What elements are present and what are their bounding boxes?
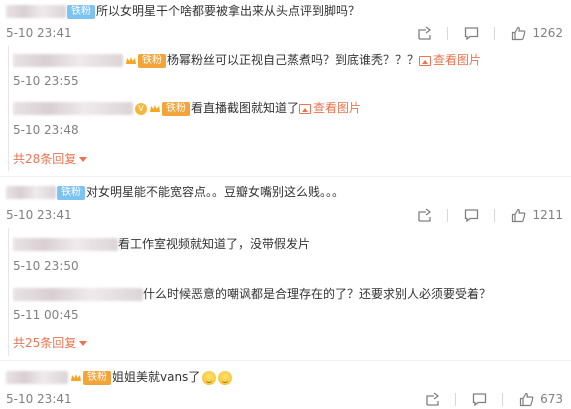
fan-badge: 铁粉: [57, 185, 85, 200]
divider: [502, 392, 504, 406]
comment-time: 5-10 23:41: [6, 208, 72, 222]
comment-actions: 673: [409, 391, 563, 407]
comment-2-content: 铁粉 对女明星能不能宽容点。。豆瓣女嘴别这么贱。。。: [6, 184, 344, 200]
like-icon[interactable]: [510, 207, 526, 223]
reply-1: 看工作室视频就知道了，没带假发片: [13, 236, 310, 252]
divider: [0, 360, 571, 361]
comment-icon[interactable]: [471, 391, 487, 407]
reply-time: 5-10 23:55: [13, 74, 79, 88]
smile-emoji-icon: [218, 370, 233, 385]
comment-1-content: 铁粉 所以女明星干个啥都要被拿出来从头点评到脚吗？: [6, 3, 360, 19]
reply-time: 5-11 00:45: [13, 308, 79, 322]
reply-2: V 铁粉 看直播截图就知道了 查看图片: [13, 100, 361, 116]
blurred-username[interactable]: [13, 288, 143, 301]
fan-badge: 铁粉: [67, 4, 95, 19]
picture-icon: [299, 103, 312, 114]
crown-icon: [149, 103, 161, 115]
divider: [447, 26, 449, 40]
comment-icon[interactable]: [463, 25, 479, 41]
comment-time: 5-10 23:41: [6, 26, 72, 40]
comment-text: 对女明星能不能宽容点。。豆瓣女嘴别这么贱。。。: [86, 185, 345, 199]
blurred-username[interactable]: [6, 5, 66, 18]
reply-text: 杨幂粉丝可以正视自己蒸煮吗？到底谁秃？？？: [167, 53, 420, 67]
picture-icon: [419, 55, 432, 66]
chevron-down-icon: [79, 157, 88, 162]
more-replies-link[interactable]: 共25条回复: [13, 334, 88, 351]
divider: [0, 176, 571, 177]
forward-icon[interactable]: [416, 207, 432, 223]
crown-icon: [70, 372, 82, 384]
blurred-username[interactable]: [13, 54, 123, 67]
reply-time: 5-10 23:50: [13, 259, 79, 273]
comment-3-content: 铁粉 姐姐美就vans了: [6, 369, 233, 385]
forward-icon[interactable]: [424, 391, 440, 407]
fan-badge: 铁粉: [138, 53, 166, 68]
reply-text: 看直播截图就知道了: [191, 101, 300, 115]
chevron-down-icon: [79, 341, 88, 346]
reply-1: 铁粉 杨幂粉丝可以正视自己蒸煮吗？到底谁秃？？？ 查看图片: [13, 52, 481, 68]
like-count: 1262: [532, 26, 563, 40]
reply-time: 5-10 23:48: [13, 123, 79, 137]
view-picture-link[interactable]: 查看图片: [419, 53, 481, 67]
comment-text: 所以女明星干个啥都要被拿出来从头点评到脚吗？: [96, 4, 361, 18]
fan-badge: 铁粉: [162, 101, 190, 116]
blurred-username[interactable]: [6, 186, 56, 199]
view-picture-link[interactable]: 查看图片: [299, 101, 361, 115]
comment-text: 姐姐美就vans了: [112, 370, 201, 384]
fan-badge: 铁粉: [83, 370, 111, 385]
reply-list: 看工作室视频就知道了，没带假发片 5-10 23:50 什么时候恶意的嘲讽都是合…: [8, 228, 571, 356]
reply-list: 铁粉 杨幂粉丝可以正视自己蒸煮吗？到底谁秃？？？ 查看图片 5-10 23:55 V…: [8, 46, 571, 171]
divider: [494, 208, 496, 222]
divider: [494, 26, 496, 40]
smile-emoji-icon: [202, 370, 217, 385]
comment-actions: 1211: [401, 207, 563, 223]
crown-icon: [125, 55, 137, 67]
like-count: 1211: [532, 208, 563, 222]
reply-text: 什么时候恶意的嘲讽都是合理存在的了？还要求别人必须要受着？: [143, 287, 492, 301]
divider: [455, 392, 457, 406]
blurred-username[interactable]: [13, 238, 118, 251]
more-replies-link[interactable]: 共28条回复: [13, 150, 88, 167]
divider: [447, 208, 449, 222]
comment-time: 5-10 23:41: [6, 392, 72, 406]
blurred-username[interactable]: [6, 371, 68, 384]
like-icon[interactable]: [510, 25, 526, 41]
reply-text: 看工作室视频就知道了，没带假发片: [118, 237, 311, 251]
like-icon[interactable]: [518, 391, 534, 407]
forward-icon[interactable]: [416, 25, 432, 41]
comment-icon[interactable]: [463, 207, 479, 223]
like-count: 673: [540, 392, 563, 406]
reply-2: 什么时候恶意的嘲讽都是合理存在的了？还要求别人必须要受着？: [13, 286, 491, 302]
comment-actions: 1262: [401, 25, 563, 41]
verified-icon: V: [135, 102, 147, 115]
blurred-username[interactable]: [13, 102, 133, 115]
